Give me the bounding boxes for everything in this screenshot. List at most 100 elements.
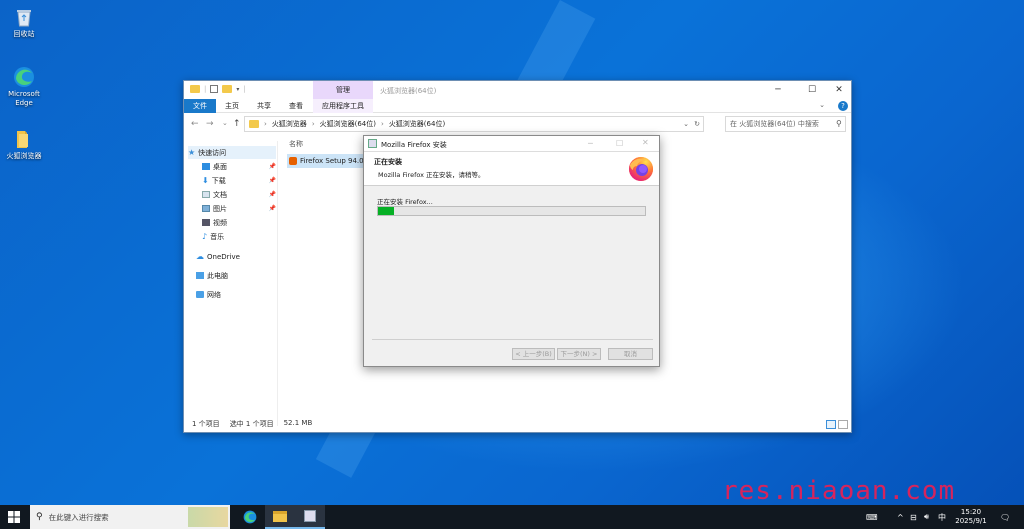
chevron-up-icon[interactable]: ^: [897, 505, 904, 529]
nav-item-videos[interactable]: 视频: [202, 216, 276, 229]
file-item[interactable]: Firefox Setup 94.0: [287, 154, 367, 168]
pin-icon: 📌: [268, 163, 276, 170]
nav-label: 音乐: [210, 232, 225, 241]
edge-icon: [243, 510, 257, 524]
cancel-button[interactable]: 取消: [608, 348, 653, 360]
context-tab-manage[interactable]: 管理: [313, 81, 373, 99]
breadcrumb-item[interactable]: 火狐浏览器(64位): [389, 119, 445, 129]
view-buttons: [826, 420, 848, 429]
details-view-icon[interactable]: [826, 420, 836, 429]
tab-home[interactable]: 主页: [220, 99, 244, 113]
installer-dialog: Mozilla Firefox 安装 ─ ☐ ✕ 正在安装 Mozilla Fi…: [363, 135, 660, 367]
nav-item-music[interactable]: ♪ 音乐: [202, 230, 276, 243]
nav-item-network[interactable]: 网络: [196, 288, 276, 301]
nav-item-downloads[interactable]: ⬇ 下载 📌: [202, 174, 276, 187]
chevron-down-icon[interactable]: ▾: [236, 86, 239, 93]
recycle-bin-icon: [13, 6, 35, 28]
music-icon: ♪: [202, 232, 208, 241]
tab-share[interactable]: 共享: [252, 99, 276, 113]
up-arrow-icon[interactable]: ↑: [233, 119, 241, 129]
network-icon: [196, 291, 204, 298]
status-size: 52.1 MB: [283, 419, 313, 427]
installer-app-icon: [368, 139, 377, 148]
installer-app-icon: [304, 510, 316, 522]
taskbar: ⚲ 在此键入进行搜索 ⌨ ^ ⊟ 🔊︎ 中 15:20 2025/9/1 🗨︎: [0, 505, 1024, 529]
new-folder-icon[interactable]: [222, 85, 233, 93]
search-icon[interactable]: ⚲: [836, 119, 842, 128]
nav-item-desktop[interactable]: 桌面 📌: [202, 160, 276, 173]
minimize-button[interactable]: ─: [763, 81, 793, 99]
taskbar-app-file-explorer[interactable]: [265, 505, 295, 529]
desktop-icon-recycle-bin[interactable]: 回收站: [0, 6, 48, 39]
network-tray-icon[interactable]: ⊟: [910, 505, 917, 529]
maximize-button[interactable]: ☐: [616, 139, 623, 148]
installer-header: 正在安装 Mozilla Firefox 正在安装，请稍等。: [364, 152, 659, 186]
notification-icon[interactable]: 🗨︎: [1000, 505, 1010, 529]
next-button[interactable]: 下一步(N) >: [557, 348, 601, 360]
taskbar-app-edge[interactable]: [235, 505, 265, 529]
chevron-down-icon[interactable]: ⌄: [683, 120, 689, 128]
firefox-logo-icon: [628, 156, 654, 184]
tab-app-tools[interactable]: 应用程序工具: [313, 99, 373, 113]
start-button[interactable]: [8, 511, 20, 525]
close-button[interactable]: ✕: [642, 138, 649, 147]
taskbar-app-installer[interactable]: [295, 505, 325, 529]
download-icon: ⬇: [202, 176, 209, 185]
breadcrumb-chevron-icon: ›: [264, 120, 267, 128]
pin-icon: 📌: [268, 205, 276, 212]
status-bar: 1 个项目 选中 1 个项目 52.1 MB: [192, 419, 312, 429]
column-header-name[interactable]: 名称: [289, 139, 303, 149]
nav-item-documents[interactable]: 文档 📌: [202, 188, 276, 201]
folder-icon: [273, 510, 287, 522]
clock[interactable]: 15:20 2025/9/1: [955, 505, 987, 529]
nav-item-quick-access[interactable]: ★ 快速访问: [188, 146, 276, 159]
breadcrumb-item[interactable]: 火狐浏览器(64位): [320, 119, 376, 129]
nav-label: 快速访问: [198, 148, 227, 157]
ime-indicator[interactable]: 中: [938, 505, 946, 529]
chevron-down-icon[interactable]: ⌄: [819, 101, 825, 109]
navigation-pane: ★ 快速访问 桌面 📌 ⬇ 下载 📌 文档 📌 图片 📌 视频 ♪ 音乐 ☁ O…: [184, 141, 278, 426]
nav-item-this-pc[interactable]: 此电脑: [196, 269, 276, 282]
installer-titlebar: Mozilla Firefox 安装 ─ ☐ ✕: [364, 136, 659, 152]
pin-icon: 📌: [268, 177, 276, 184]
folder-icon: [190, 85, 200, 93]
divider: [372, 339, 653, 340]
desktop-icon-folder[interactable]: 火狐浏览器: [0, 128, 48, 161]
window-title: 火狐浏览器(64位): [380, 87, 437, 95]
back-button[interactable]: < 上一步(B): [512, 348, 555, 360]
search-highlight-image: [188, 507, 228, 527]
nav-label: 下载: [211, 176, 226, 185]
tab-view[interactable]: 查看: [284, 99, 308, 113]
quick-access-toolbar: | ▾ |: [190, 85, 246, 93]
file-name: Firefox Setup 94.0: [300, 157, 364, 165]
installer-header-subtitle: Mozilla Firefox 正在安装，请稍等。: [378, 171, 485, 179]
address-bar[interactable]: › 火狐浏览器 › 火狐浏览器(64位) › 火狐浏览器(64位) ⌄ ↻: [244, 116, 704, 132]
pin-icon: 📌: [268, 191, 276, 198]
breadcrumb-item[interactable]: 火狐浏览器: [272, 119, 307, 129]
tab-file[interactable]: 文件: [184, 99, 216, 113]
back-arrow-icon[interactable]: ←: [191, 119, 199, 129]
address-bar-row: ← → ⌄ ↑ › 火狐浏览器 › 火狐浏览器(64位) › 火狐浏览器(64位…: [184, 114, 851, 134]
search-input[interactable]: 在 火狐浏览器(64位) 中搜索: [725, 116, 846, 132]
nav-item-onedrive[interactable]: ☁ OneDrive: [196, 250, 276, 263]
help-icon[interactable]: ?: [838, 101, 848, 111]
minimize-button[interactable]: ─: [588, 139, 593, 148]
breadcrumb-chevron-icon: ›: [311, 120, 315, 128]
nav-label: 网络: [207, 290, 221, 299]
close-button[interactable]: ✕: [824, 81, 854, 99]
desktop-icon-edge[interactable]: Microsoft Edge: [0, 66, 48, 108]
nav-item-pictures[interactable]: 图片 📌: [202, 202, 276, 215]
ribbon: 文件 主页 共享 查看 应用程序工具 ⌄ ?: [184, 99, 851, 113]
taskbar-search[interactable]: ⚲ 在此键入进行搜索: [30, 505, 230, 529]
refresh-icon[interactable]: ↻: [694, 120, 700, 128]
properties-icon[interactable]: [210, 85, 219, 93]
nav-label: 桌面: [213, 162, 227, 171]
large-icons-view-icon[interactable]: [838, 420, 848, 429]
chevron-down-icon[interactable]: ⌄: [222, 119, 228, 127]
keyboard-icon[interactable]: ⌨: [866, 505, 878, 529]
windows-logo-icon: [8, 511, 20, 523]
maximize-button[interactable]: ☐: [797, 81, 827, 99]
forward-arrow-icon[interactable]: →: [206, 119, 214, 129]
install-progress-bar: [377, 206, 646, 216]
volume-icon[interactable]: 🔊︎: [924, 505, 929, 529]
